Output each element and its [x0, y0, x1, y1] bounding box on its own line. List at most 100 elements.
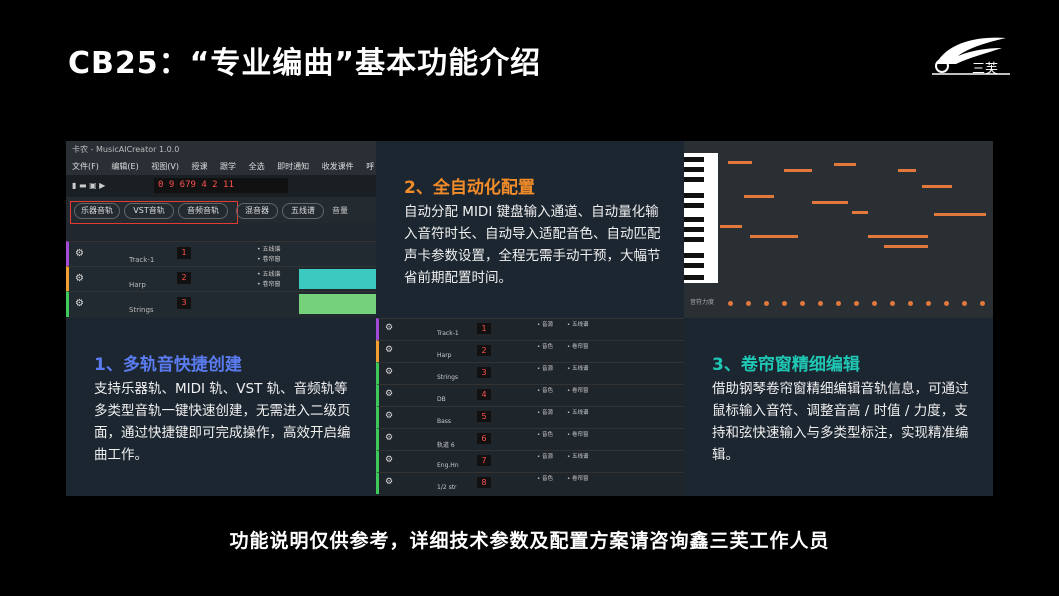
track-buttons: 乐器音轨 VST音轨 音频音轨 混音器 五线谱 音量 — [66, 197, 376, 224]
gear-icon[interactable]: ⚙ — [75, 248, 84, 259]
track-opt[interactable]: • 五线谱 — [567, 409, 589, 417]
note[interactable] — [922, 185, 952, 188]
feature-body: 借助钢琴卷帘窗精细编辑音轨信息，可通过鼠标输入音符、调整音高 / 时值 / 力度… — [712, 381, 969, 463]
track-opt[interactable]: • 卷帘窗 — [257, 254, 280, 263]
menu-item-courseware[interactable]: 收发课件 — [322, 162, 354, 171]
track-name: Track-1 — [437, 330, 459, 337]
window-title: 卡农 - MusicAICreator 1.0.0 — [66, 141, 376, 159]
logo-text: 三芙 — [972, 62, 999, 77]
track-opt[interactable]: • 卷帘窗 — [567, 343, 589, 351]
note[interactable] — [728, 161, 752, 164]
note[interactable] — [744, 195, 774, 198]
menu-item-teach[interactable]: 授课 — [192, 162, 208, 171]
app-screenshot: 卡农 - MusicAICreator 1.0.0 文件(F) 编辑(E) 视图… — [66, 141, 376, 318]
track-number: 3 — [477, 367, 491, 378]
track-opt[interactable]: • 音色 — [537, 475, 553, 483]
staff-button[interactable]: 五线谱 — [282, 203, 324, 219]
note[interactable] — [898, 169, 916, 172]
menu-item-selectall[interactable]: 全选 — [249, 162, 265, 171]
open-file-icon[interactable]: ▬ — [79, 181, 87, 190]
footer-note: 功能说明仅供参考，详细技术参数及配置方案请咨询鑫三芙工作人员 — [229, 530, 830, 552]
note[interactable] — [868, 235, 928, 238]
track-row[interactable]: ⚙ Strings 3 • 音源 • 五线谱 — [376, 362, 684, 384]
mixer-button[interactable]: 混音器 — [236, 203, 278, 219]
gear-icon[interactable]: ⚙ — [75, 298, 84, 309]
menu-bar: 文件(F) 编辑(E) 视图(V) 授课 跟学 全选 即时通知 收发课件 呼 — [66, 159, 376, 175]
clip[interactable] — [299, 269, 376, 289]
menu-item-edit[interactable]: 编辑(E) — [111, 162, 138, 171]
note[interactable] — [852, 211, 868, 214]
track-opt[interactable]: • 五线谱 — [257, 244, 280, 253]
track-opt[interactable]: • 五线谱 — [567, 365, 589, 373]
track-row[interactable]: ⚙ Eng.Hn 7 • 音源 • 五线谱 — [376, 450, 684, 472]
instrument-track-button[interactable]: 乐器音轨 — [74, 203, 120, 219]
track-opt[interactable]: • 五线谱 — [257, 269, 280, 278]
track-opt[interactable]: • 五线谱 — [567, 453, 589, 461]
note[interactable] — [934, 213, 986, 216]
note[interactable] — [750, 235, 798, 238]
track-opt[interactable]: • 音源 — [537, 453, 553, 461]
feature-card-1: 1、多轨音快捷创建 支持乐器轨、MIDI 轨、VST 轨、音频轨等多类型音轨一键… — [66, 318, 376, 496]
gear-icon[interactable]: ⚙ — [385, 477, 393, 487]
track-opt[interactable]: • 音色 — [537, 387, 553, 395]
track-row[interactable]: ⚙ Harp 2 • 音色 • 卷帘窗 — [376, 340, 684, 362]
track-name: 1/2 str — [437, 484, 457, 491]
feature-card-3: 3、卷帘窗精细编辑 借助钢琴卷帘窗精细编辑音轨信息，可通过鼠标输入音符、调整音高… — [684, 318, 993, 496]
gear-icon[interactable]: ⚙ — [385, 367, 393, 377]
audio-track-button[interactable]: 音频音轨 — [178, 203, 228, 219]
note[interactable] — [834, 163, 856, 166]
track-opt[interactable]: • 音源 — [537, 321, 553, 329]
menu-item-file[interactable]: 文件(F) — [72, 162, 99, 171]
track-opt[interactable]: • 卷帘窗 — [257, 279, 280, 288]
clip[interactable] — [299, 294, 376, 314]
gear-icon[interactable]: ⚙ — [385, 345, 393, 355]
menu-item-view[interactable]: 视图(V) — [151, 162, 179, 171]
save-file-icon[interactable]: ▣ — [89, 181, 97, 190]
track-number: 4 — [477, 389, 491, 400]
track-row[interactable]: ⚙ Strings 3 — [66, 291, 376, 317]
track-row[interactable]: ⚙ 1/2 str 8 • 音色 • 卷帘窗 — [376, 472, 684, 494]
piano-roll[interactable]: 音符力度 — [684, 141, 993, 318]
track-row[interactable]: ⚙ Harp 2 • 五线谱 • 卷帘窗 — [66, 266, 376, 292]
gear-icon[interactable]: ⚙ — [385, 389, 393, 399]
track-number: 5 — [477, 411, 491, 422]
feature-body: 支持乐器轨、MIDI 轨、VST 轨、音频轨等多类型音轨一键快速创建，无需进入二… — [94, 381, 351, 463]
track-opt[interactable]: • 卷帘窗 — [567, 475, 589, 483]
new-file-icon[interactable]: ▮ — [72, 181, 76, 190]
track-opt[interactable]: • 音色 — [537, 431, 553, 439]
menu-item-call[interactable]: 呼 — [366, 162, 374, 171]
track-row[interactable]: ⚙ Bass 5 • 音源 • 五线谱 — [376, 406, 684, 428]
gear-icon[interactable]: ⚙ — [385, 433, 393, 443]
track-opt[interactable]: • 音源 — [537, 365, 553, 373]
gear-icon[interactable]: ⚙ — [75, 273, 84, 284]
feature-card-2: 2、全自动化配置 自动分配 MIDI 键盘输入通道、自动量化输入音符时长、自动导… — [376, 141, 684, 318]
track-name: Bass — [437, 418, 452, 425]
track-opt[interactable]: • 音源 — [537, 409, 553, 417]
note[interactable] — [784, 169, 812, 172]
track-opt[interactable]: • 音色 — [537, 343, 553, 351]
track-opt[interactable]: • 五线谱 — [567, 321, 589, 329]
feature-grid: 卡农 - MusicAICreator 1.0.0 文件(F) 编辑(E) 视图… — [66, 141, 993, 496]
gear-icon[interactable]: ⚙ — [385, 455, 393, 465]
export-icon[interactable]: ▶ — [99, 181, 105, 190]
note[interactable] — [812, 201, 848, 204]
track-row[interactable]: ⚙ 轨道 6 6 • 音色 • 卷帘窗 — [376, 428, 684, 450]
vst-track-button[interactable]: VST音轨 — [124, 203, 174, 219]
track-name: 轨道 6 — [437, 442, 455, 449]
menu-item-follow[interactable]: 跟学 — [220, 162, 236, 171]
note[interactable] — [720, 225, 742, 228]
track-number: 8 — [477, 477, 491, 488]
piano-keys[interactable] — [684, 153, 718, 283]
track-row[interactable]: ⚙ Track-1 1 • 五线谱 • 卷帘窗 — [66, 241, 376, 267]
track-name: Harp — [437, 352, 452, 359]
track-name: Strings — [129, 306, 154, 314]
track-opt[interactable]: • 卷帘窗 — [567, 387, 589, 395]
menu-item-notify[interactable]: 即时通知 — [277, 162, 309, 171]
track-row[interactable]: ⚙ Track-1 1 • 音源 • 五线谱 — [376, 318, 684, 340]
note[interactable] — [884, 245, 928, 248]
track-opt[interactable]: • 卷帘窗 — [567, 431, 589, 439]
gear-icon[interactable]: ⚙ — [385, 411, 393, 421]
track-number: 2 — [177, 272, 191, 284]
gear-icon[interactable]: ⚙ — [385, 323, 393, 333]
track-row[interactable]: ⚙ DB 4 • 音色 • 卷帘窗 — [376, 384, 684, 406]
